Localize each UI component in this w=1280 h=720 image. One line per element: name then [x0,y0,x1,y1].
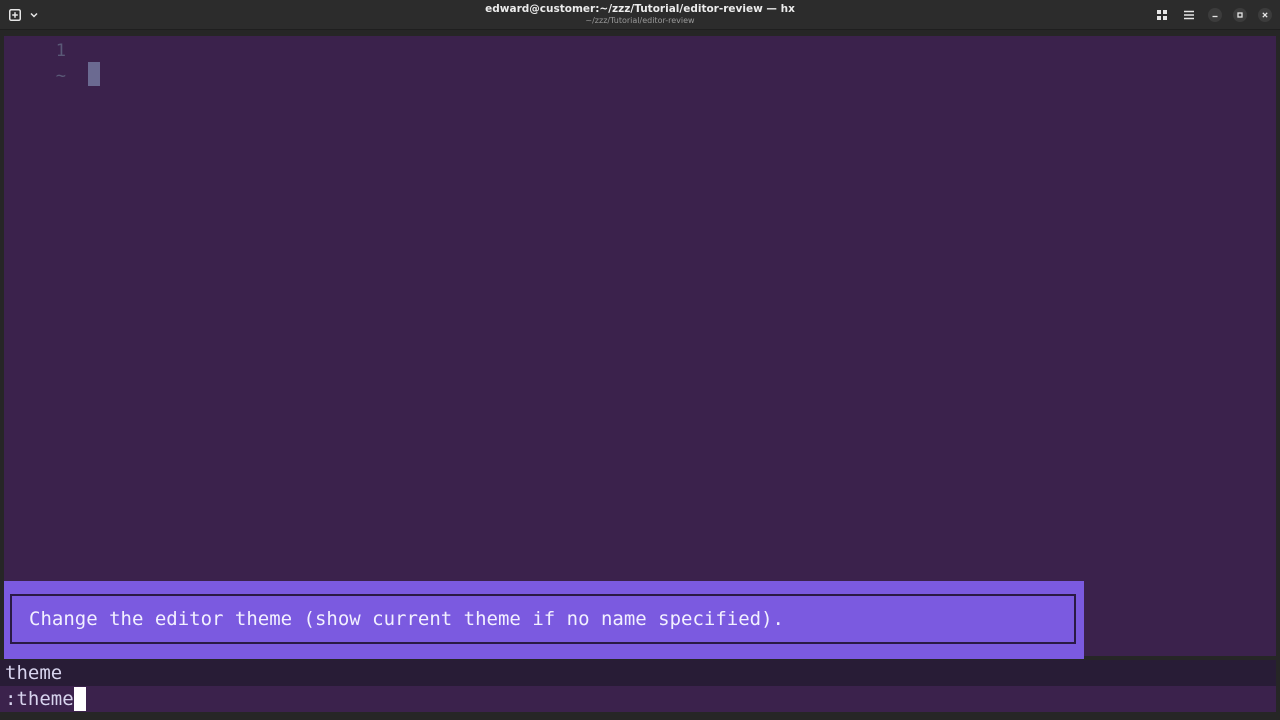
command-doc-text: Change the editor theme (show current th… [10,594,1076,644]
window-titlebar: edward@customer:~/zzz/Tutorial/editor-re… [0,0,1280,30]
maximize-icon[interactable] [1233,8,1247,22]
window-edge [1276,36,1280,720]
command-prompt-text: :theme [5,688,74,710]
grid-icon[interactable] [1154,7,1170,23]
close-icon[interactable] [1258,8,1272,22]
prompt-cursor [73,687,86,711]
hamburger-icon[interactable] [1181,7,1197,23]
command-prompt[interactable]: :theme [0,686,1276,712]
line-number: 1 [55,41,66,61]
window-subtitle: ~/zzz/Tutorial/editor-review [585,16,695,25]
completion-item-label: theme [5,662,63,684]
command-doc-popup: Change the editor theme (show current th… [4,581,1084,659]
empty-line-marker: ~ [55,66,66,86]
editor-cursor [88,62,100,86]
editor-area[interactable]: 1 ~ [4,36,1276,656]
completion-item[interactable]: theme [0,660,1276,686]
minimize-icon[interactable] [1208,8,1222,22]
window-title: edward@customer:~/zzz/Tutorial/editor-re… [485,3,795,15]
